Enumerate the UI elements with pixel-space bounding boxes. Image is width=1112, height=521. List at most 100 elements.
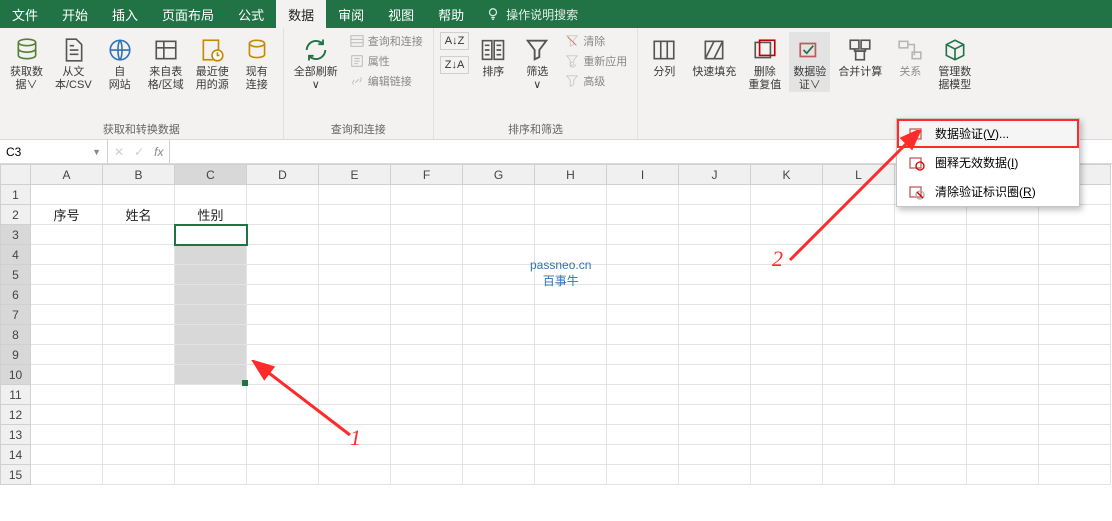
cell-N7[interactable] [967, 305, 1039, 325]
cell-J12[interactable] [679, 405, 751, 425]
cell-L7[interactable] [823, 305, 895, 325]
cell-K12[interactable] [751, 405, 823, 425]
cell-N5[interactable] [967, 265, 1039, 285]
cell-G15[interactable] [463, 465, 535, 485]
cell-O10[interactable] [1039, 365, 1111, 385]
col-header-A[interactable]: A [31, 165, 103, 185]
data-validation-button[interactable]: 数据验 证∨ [789, 32, 830, 92]
selection-handle[interactable] [242, 380, 248, 386]
cell-K4[interactable] [751, 245, 823, 265]
col-header-C[interactable]: C [175, 165, 247, 185]
cell-F7[interactable] [391, 305, 463, 325]
cell-L11[interactable] [823, 385, 895, 405]
cell-H3[interactable] [535, 225, 607, 245]
cell-A3[interactable] [31, 225, 103, 245]
cell-D3[interactable] [247, 225, 319, 245]
cell-F4[interactable] [391, 245, 463, 265]
cell-B13[interactable] [103, 425, 175, 445]
menu-layout[interactable]: 页面布局 [150, 0, 226, 28]
cell-N2[interactable] [967, 205, 1039, 225]
col-header-H[interactable]: H [535, 165, 607, 185]
cell-D6[interactable] [247, 285, 319, 305]
confirm-edit-icon[interactable]: ✓ [134, 145, 144, 159]
cell-D15[interactable] [247, 465, 319, 485]
cell-H1[interactable] [535, 185, 607, 205]
from-web-button[interactable]: 自 网站 [100, 32, 140, 92]
col-header-L[interactable]: L [823, 165, 895, 185]
cell-D13[interactable] [247, 425, 319, 445]
cell-J8[interactable] [679, 325, 751, 345]
cell-H7[interactable] [535, 305, 607, 325]
cell-H4[interactable] [535, 245, 607, 265]
get-data-button[interactable]: 获取数 据∨ [6, 32, 47, 92]
cell-J13[interactable] [679, 425, 751, 445]
row-header-15[interactable]: 15 [1, 465, 31, 485]
cell-G6[interactable] [463, 285, 535, 305]
cell-D2[interactable] [247, 205, 319, 225]
cell-K14[interactable] [751, 445, 823, 465]
cell-E5[interactable] [319, 265, 391, 285]
cell-D11[interactable] [247, 385, 319, 405]
cell-F8[interactable] [391, 325, 463, 345]
cell-L4[interactable] [823, 245, 895, 265]
cell-I1[interactable] [607, 185, 679, 205]
cell-H6[interactable] [535, 285, 607, 305]
cell-L8[interactable] [823, 325, 895, 345]
cell-M15[interactable] [895, 465, 967, 485]
cell-I10[interactable] [607, 365, 679, 385]
cell-O8[interactable] [1039, 325, 1111, 345]
from-csv-button[interactable]: 从文 本/CSV [51, 32, 96, 92]
cell-H9[interactable] [535, 345, 607, 365]
row-header-5[interactable]: 5 [1, 265, 31, 285]
cell-M8[interactable] [895, 325, 967, 345]
dropdown-clear-circles[interactable]: 清除验证标识圈(R) [897, 177, 1079, 206]
cell-F11[interactable] [391, 385, 463, 405]
cell-A1[interactable] [31, 185, 103, 205]
cell-C13[interactable] [175, 425, 247, 445]
remove-duplicates-button[interactable]: 删除 重复值 [744, 32, 785, 92]
from-table-button[interactable]: 来自表 格/区域 [144, 32, 188, 92]
cell-B15[interactable] [103, 465, 175, 485]
row-header-13[interactable]: 13 [1, 425, 31, 445]
cell-I3[interactable] [607, 225, 679, 245]
cell-M9[interactable] [895, 345, 967, 365]
cell-K3[interactable] [751, 225, 823, 245]
cell-I7[interactable] [607, 305, 679, 325]
cell-K10[interactable] [751, 365, 823, 385]
cell-C12[interactable] [175, 405, 247, 425]
filter-button[interactable]: 筛选 ∨ [517, 32, 557, 92]
cell-G2[interactable] [463, 205, 535, 225]
cell-C1[interactable] [175, 185, 247, 205]
cell-M11[interactable] [895, 385, 967, 405]
cell-B8[interactable] [103, 325, 175, 345]
cell-N8[interactable] [967, 325, 1039, 345]
cell-C8[interactable] [175, 325, 247, 345]
row-header-8[interactable]: 8 [1, 325, 31, 345]
cell-I6[interactable] [607, 285, 679, 305]
cell-F15[interactable] [391, 465, 463, 485]
cell-I8[interactable] [607, 325, 679, 345]
cell-M14[interactable] [895, 445, 967, 465]
cell-O11[interactable] [1039, 385, 1111, 405]
cell-B12[interactable] [103, 405, 175, 425]
cell-O4[interactable] [1039, 245, 1111, 265]
cell-N3[interactable] [967, 225, 1039, 245]
col-header-K[interactable]: K [751, 165, 823, 185]
cell-G9[interactable] [463, 345, 535, 365]
cell-F9[interactable] [391, 345, 463, 365]
cell-A6[interactable] [31, 285, 103, 305]
col-header-J[interactable]: J [679, 165, 751, 185]
cell-K8[interactable] [751, 325, 823, 345]
cell-O6[interactable] [1039, 285, 1111, 305]
cell-I13[interactable] [607, 425, 679, 445]
cell-K13[interactable] [751, 425, 823, 445]
cell-C14[interactable] [175, 445, 247, 465]
sort-button[interactable]: 排序 [473, 32, 513, 79]
cell-L9[interactable] [823, 345, 895, 365]
cell-E4[interactable] [319, 245, 391, 265]
cell-L15[interactable] [823, 465, 895, 485]
cell-I4[interactable] [607, 245, 679, 265]
cell-B3[interactable] [103, 225, 175, 245]
cell-D9[interactable] [247, 345, 319, 365]
cell-M2[interactable] [895, 205, 967, 225]
